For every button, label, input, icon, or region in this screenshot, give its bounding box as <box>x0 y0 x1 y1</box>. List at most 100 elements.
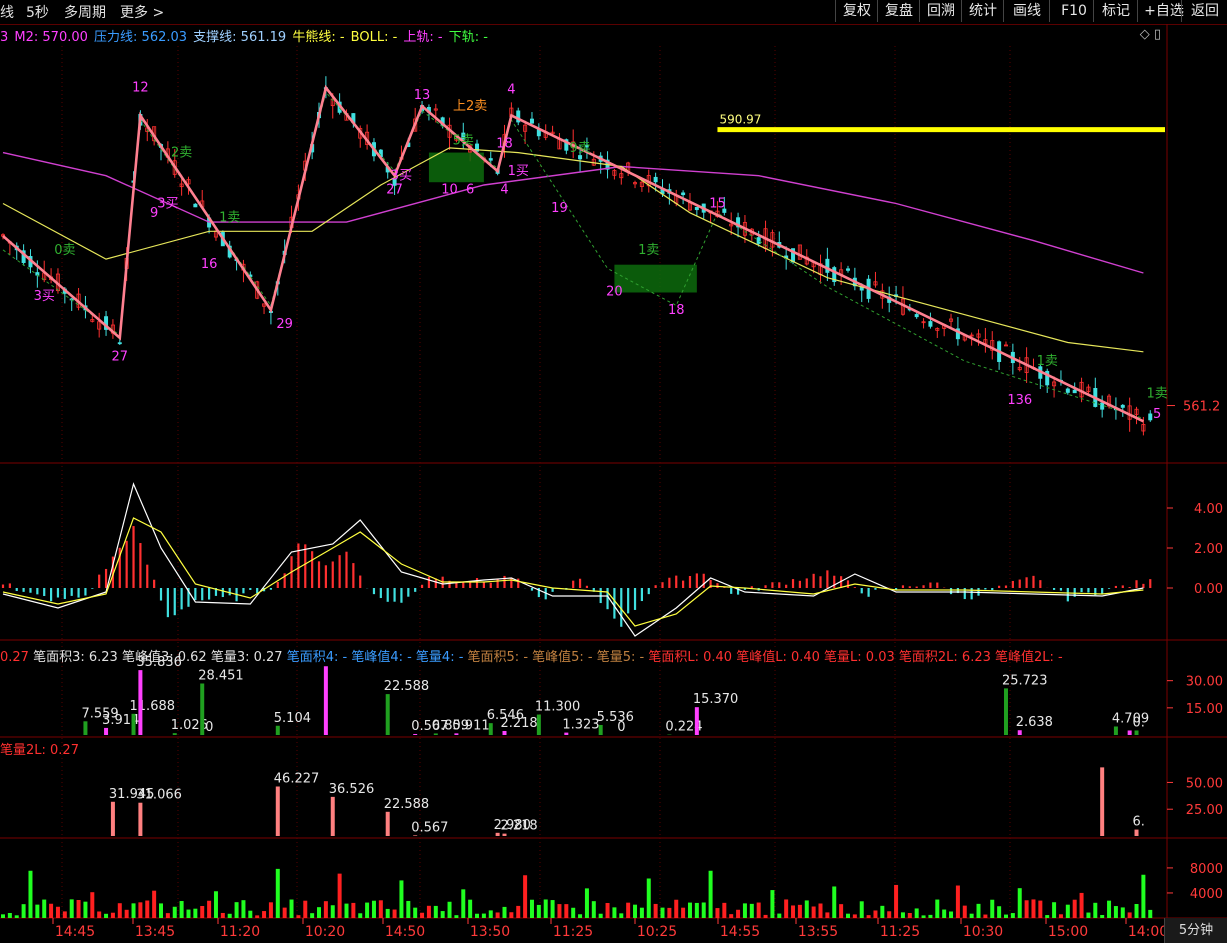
pivot-label: 12 <box>132 81 149 96</box>
indicator-legend-bivol: 笔量2L: 0.27 <box>0 743 79 758</box>
bi-legend-item-10: 笔面积L: 0.40 <box>648 650 737 665</box>
legend-item-6: 上轨: - <box>403 30 447 45</box>
candle-body <box>694 206 699 211</box>
bi-legend-item-13: 笔面积2L: 6.23 <box>898 650 995 665</box>
candle-body <box>845 268 850 271</box>
bi-vol-bar-label: 0.567 <box>411 820 448 835</box>
candle-body <box>529 118 534 124</box>
candle-body <box>1120 404 1125 408</box>
pivot-label: 19 <box>551 201 568 216</box>
bi-area-bar-label: 11.688 <box>130 699 176 714</box>
bi-vol-bar-label: 6. <box>1133 815 1145 830</box>
bi-legend-item-8: 笔峰值5: - <box>532 650 597 665</box>
x-tick-label: 13:45 <box>135 924 175 940</box>
bi-legend-item-7: 笔面积5: - <box>467 650 533 665</box>
x-tick-label: 13:50 <box>470 924 510 940</box>
x-tick-label: 14:45 <box>55 924 95 940</box>
candle-body <box>117 342 122 345</box>
candle-body <box>681 192 686 196</box>
pivot-label: 1卖 <box>1146 387 1167 402</box>
bi-legend-item-14: 笔峰值2L: - <box>995 650 1063 665</box>
pivot-label: 29 <box>276 317 293 332</box>
pivot-label: 1买 <box>508 164 529 179</box>
candle-body <box>825 258 830 273</box>
chart-corner-icons[interactable]: ◇ ▯ <box>1140 27 1161 42</box>
bi-vol-tick-label: 25.00 <box>1186 803 1223 818</box>
level-line-label: 590.97 <box>719 113 761 127</box>
bi-area-bar-label: 28.451 <box>198 668 244 683</box>
pivot-label: 上2卖 <box>453 99 487 114</box>
indicator-legend-main: 3 M2: 570.00 压力线: 562.03 支撑线: 561.19 牛熊线… <box>0 26 490 45</box>
x-tick-label: 15:00 <box>1048 924 1088 940</box>
x-tick-label: 14:50 <box>385 924 425 940</box>
bi-area-bar-label: 2.218 <box>500 716 537 731</box>
pivot-label: 18 <box>668 303 685 318</box>
pivot-label: 3买 <box>157 197 178 212</box>
bi-legend-item-1: 笔面积3: 6.23 <box>33 650 122 665</box>
x-tick-label: 11:25 <box>880 924 920 940</box>
pivot-label: 1卖 <box>219 210 240 225</box>
pivot-label: 6 <box>466 183 474 198</box>
candle-body <box>914 314 919 318</box>
bi-area-tick-label: 15.00 <box>1186 702 1223 717</box>
macd-tick-label: 2.00 <box>1194 542 1223 557</box>
candle-body <box>488 158 493 161</box>
pivot-label: 15 <box>709 197 726 212</box>
pivot-zone-box <box>428 152 484 183</box>
pivot-label: 20 <box>606 285 623 300</box>
bi-legend-item-2: 笔峰值3: 0.62 <box>121 650 211 665</box>
pivot-label: 27 <box>112 349 129 364</box>
volume-bars <box>1 868 1153 918</box>
boll-mid-line <box>2 147 1144 353</box>
bi-area-bar-label: 1.323 <box>562 718 599 733</box>
pivot-label: 1卖 <box>1037 354 1058 369</box>
pivot-label: 5卖 <box>453 134 474 149</box>
bi-legend-item-11: 笔峰值L: 0.40 <box>736 650 825 665</box>
candle-body <box>1072 389 1077 394</box>
x-tick-label: 11:20 <box>220 924 260 940</box>
bi-vol-bar-label: 46.227 <box>274 771 320 786</box>
legend-item-5: BOLL: - <box>350 30 402 45</box>
x-tick-label: 10:25 <box>637 924 677 940</box>
pivot-label: 2卖 <box>171 146 192 161</box>
bi-legend-item-9: 笔量5: - <box>596 650 649 665</box>
candle-body <box>193 203 198 208</box>
pivot-label: 4 <box>507 83 515 98</box>
bi-area-tick-label: 30.00 <box>1186 675 1223 690</box>
pivot-label: 1卖 <box>638 243 659 258</box>
boll-upper-line <box>2 151 1144 274</box>
candle-body <box>653 176 658 183</box>
bi-vol-bar-label: 2.218 <box>500 819 537 834</box>
bi-legend-item-4: 笔面积4: - <box>286 650 352 665</box>
x-tick-label: 10:20 <box>305 924 345 940</box>
bi-area-bar-label: 22.588 <box>384 679 430 694</box>
bi-area-bar-label: 0 <box>617 720 625 735</box>
period-tab-5min[interactable]: 5分钟 <box>1164 918 1227 943</box>
pivot-label: 0卖 <box>54 243 75 258</box>
macd-tick-label: 4.00 <box>1194 502 1223 517</box>
pivot-label: 18 <box>496 136 513 151</box>
pivot-label: 13 <box>414 88 431 103</box>
bi-vol-bar-label: 31.066 <box>136 788 182 803</box>
pivot-label: 5 <box>1153 407 1161 422</box>
pivot-label: 9卖 <box>569 141 590 156</box>
price-axis-label: 561.2 <box>1183 400 1220 415</box>
candle-body <box>1065 388 1070 393</box>
bi-area-bar-label: 2.638 <box>1016 715 1053 730</box>
bi-legend-item-3: 笔量3: 0.27 <box>210 650 287 665</box>
macd-tick-label: 0.00 <box>1194 582 1223 597</box>
bi-area-bar-label: 11.300 <box>535 700 581 715</box>
bi-area-bar-label: 0. <box>1133 715 1145 730</box>
candle-body <box>756 237 761 244</box>
bi-area-bar-label: 0.911 <box>452 718 489 733</box>
bi-area-bar-label: 5.536 <box>597 710 634 725</box>
kline-chart[interactable]: 590.971227292713 4491610 618192018151365上2… <box>0 0 1227 943</box>
indicator-legend-bi: 0.27 笔面积3: 6.23 笔峰值3: 0.62 笔量3: 0.27 笔面积… <box>0 646 1063 665</box>
pivot-label: 3买 <box>391 169 412 184</box>
bi-legend-item-12: 笔量L: 0.03 <box>824 650 899 665</box>
bi-area-bar-label: 0 <box>205 720 213 735</box>
candle-body <box>1100 402 1105 410</box>
bi-vol-bar-label: 22.588 <box>384 797 430 812</box>
x-tick-label: 11:25 <box>553 924 593 940</box>
volume-tick-label: 4000 <box>1190 887 1223 902</box>
